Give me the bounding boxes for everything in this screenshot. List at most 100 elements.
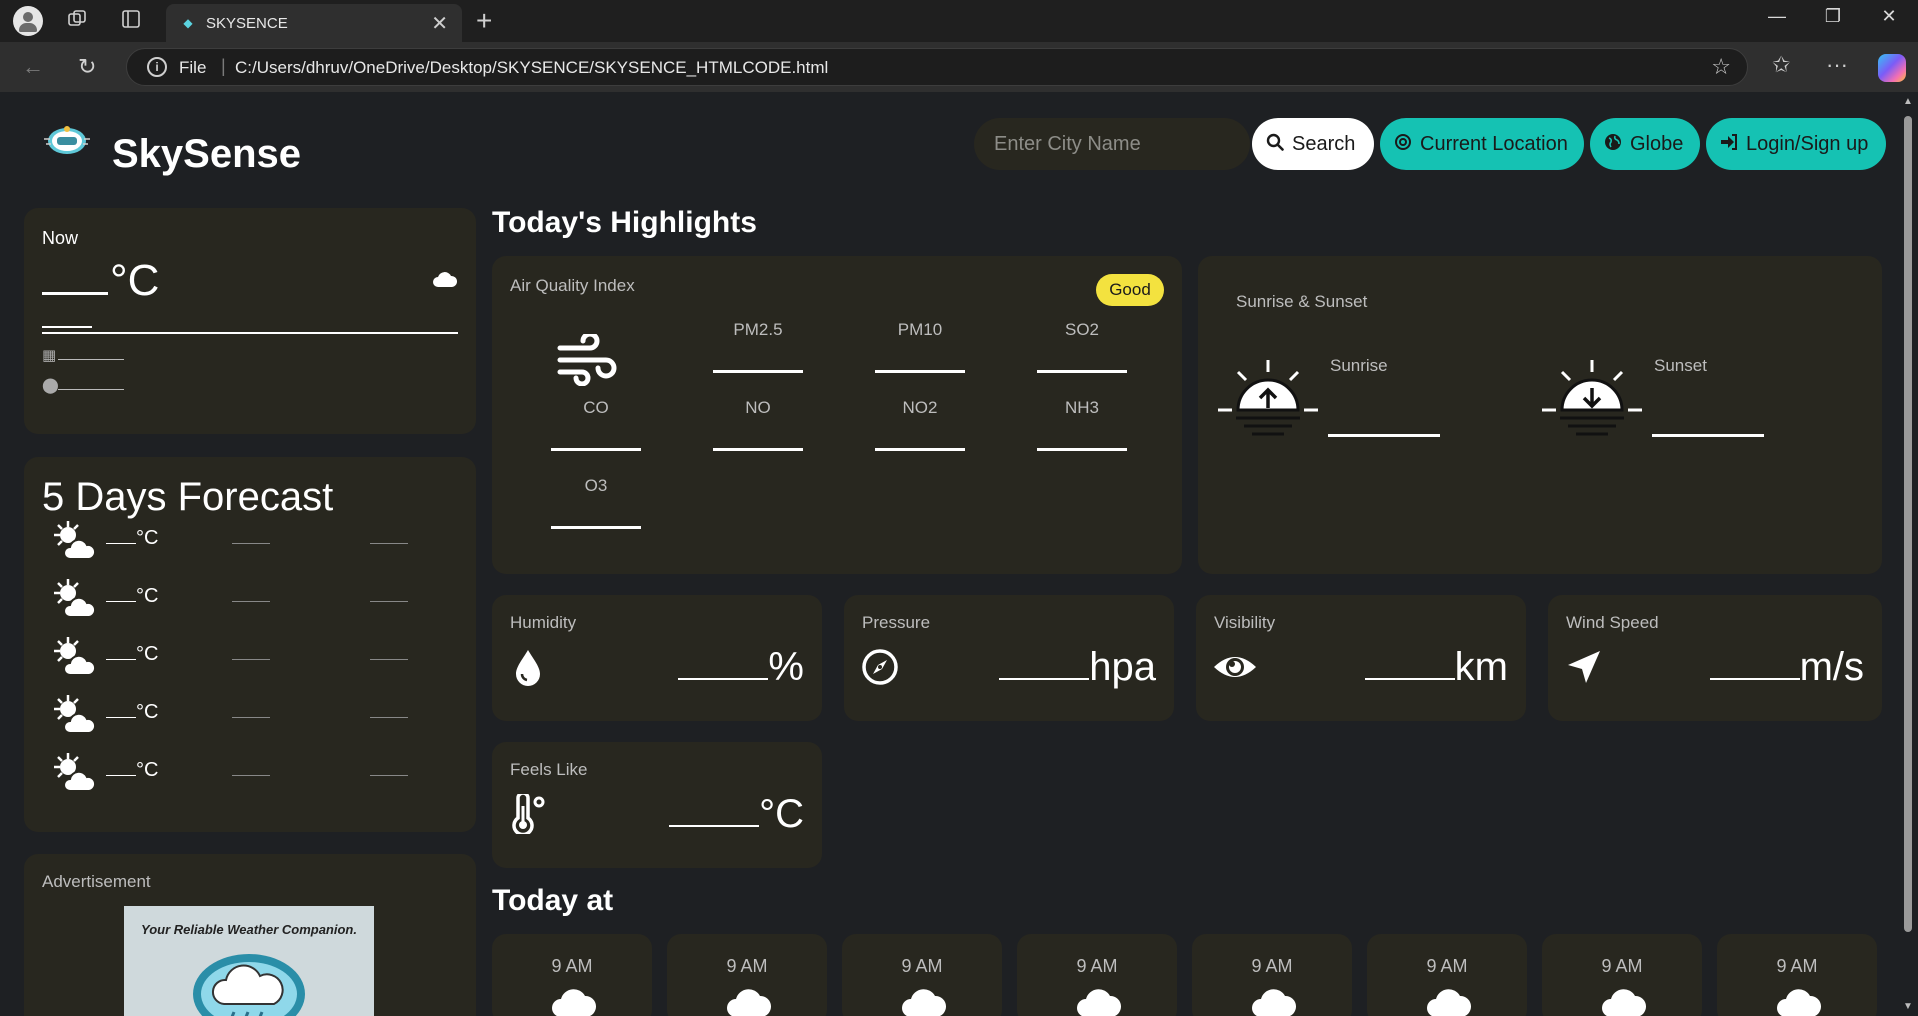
aq-o3: O3: [546, 476, 646, 529]
hour-label: 9 AM: [1076, 956, 1118, 976]
forecast-date: [232, 659, 270, 660]
more-options-icon[interactable]: ···: [1826, 52, 1848, 78]
humidity-value: %: [678, 645, 804, 690]
pressure-card: Pressure hpa: [844, 595, 1174, 721]
hourly-card: 9 AM: [1017, 934, 1177, 1016]
aqi-status-badge: Good: [1096, 274, 1164, 306]
hourly-card: 9 AM: [842, 934, 1002, 1016]
aq-label: CO: [583, 398, 609, 417]
ad-cloud-icon: [193, 954, 305, 1016]
forecast-date: [232, 717, 270, 718]
aqi-label: Air Quality Index: [510, 276, 635, 295]
current-location-button[interactable]: Current Location: [1380, 118, 1584, 170]
forecast-row: °C: [50, 693, 450, 737]
current-location: ⬤: [42, 374, 124, 395]
cloud-icon: [902, 989, 946, 1016]
aq-label: PM2.5: [733, 320, 783, 339]
tab-close-icon[interactable]: ✕: [431, 11, 448, 36]
url-field[interactable]: i File | C:/Users/dhruv/OneDrive/Desktop…: [126, 48, 1748, 86]
favorite-star-icon[interactable]: ☆: [1711, 54, 1731, 80]
minimize-icon[interactable]: —: [1754, 6, 1800, 27]
forecast-row: °C: [50, 751, 450, 795]
sunrise-label: Sunrise: [1330, 356, 1388, 375]
search-button-label: Search: [1292, 132, 1356, 155]
new-tab-button[interactable]: +: [476, 5, 492, 37]
now-label: Now: [42, 228, 79, 248]
favorites-icon[interactable]: ✩: [1772, 52, 1790, 78]
restore-icon[interactable]: ❐: [1810, 6, 1856, 27]
search-button[interactable]: Search: [1252, 118, 1374, 170]
partly-cloudy-icon: [54, 637, 97, 676]
scroll-up-arrow-icon[interactable]: ▲: [1903, 96, 1913, 107]
aq-nh3: NH3: [1032, 398, 1132, 451]
divider: [42, 332, 458, 334]
air-quality-card: Air Quality Index Good PM2.5 PM10 SO2 CO…: [492, 256, 1182, 574]
compass-icon: [862, 649, 898, 685]
city-search-input[interactable]: [974, 118, 1250, 170]
visibility-label: Visibility: [1214, 613, 1276, 632]
aq-label: NO: [745, 398, 771, 417]
hour-label: 9 AM: [901, 956, 943, 976]
wind-speed-value: m/s: [1709, 645, 1864, 690]
login-signup-button[interactable]: Login/Sign up: [1706, 118, 1886, 170]
wind-speed-label: Wind Speed: [1566, 613, 1659, 632]
advertisement-image[interactable]: Your Reliable Weather Companion.: [124, 906, 374, 1016]
aq-pm10: PM10: [870, 320, 970, 373]
advertisement-card: Advertisement Your Reliable Weather Comp…: [24, 854, 476, 1016]
aq-label: NO2: [902, 398, 938, 417]
forecast-card: 5 Days Forecast °C °C °C °C °C: [24, 457, 476, 832]
current-temperature: °C: [42, 256, 159, 306]
brand-title: SkySense: [112, 132, 302, 176]
workspaces-icon[interactable]: [64, 8, 90, 34]
scroll-thumb[interactable]: [1904, 116, 1912, 932]
feels-like-label: Feels Like: [510, 760, 588, 779]
logo-icon: [44, 126, 90, 154]
temperature-unit: °C: [110, 256, 160, 305]
current-date: ▦: [42, 344, 124, 365]
hourly-card: 9 AM: [1192, 934, 1352, 1016]
info-icon[interactable]: i: [147, 57, 167, 77]
forecast-row: °C: [50, 635, 450, 679]
profile-icon[interactable]: [13, 6, 43, 36]
hour-label: 9 AM: [1426, 956, 1468, 976]
forecast-title: 5 Days Forecast: [42, 475, 334, 519]
tab-favicon-icon: ◆: [183, 16, 193, 30]
browser-tab[interactable]: ◆ SKYSENCE ✕: [166, 4, 462, 42]
back-arrow-icon[interactable]: ←: [22, 54, 44, 80]
globe-button[interactable]: Globe: [1590, 118, 1700, 170]
window-close-icon[interactable]: ✕: [1866, 6, 1912, 27]
cloud-icon: [1777, 989, 1821, 1016]
aq-label: O3: [584, 476, 608, 495]
wind-speed-unit: m/s: [1799, 645, 1864, 689]
scroll-down-arrow-icon[interactable]: ▼: [1903, 1001, 1913, 1012]
aq-label: PM10: [897, 320, 943, 339]
aq-no2: NO2: [870, 398, 970, 451]
page: SkySense Search Current Location Globe L…: [6, 92, 1898, 1016]
humidity-card: Humidity %: [492, 595, 822, 721]
forecast-row: °C: [50, 577, 450, 621]
partly-cloudy-icon: [54, 753, 97, 792]
hour-label: 9 AM: [1251, 956, 1293, 976]
forecast-temp: °C: [106, 759, 158, 782]
thermometer-icon: [512, 794, 545, 834]
page-scrollbar[interactable]: ▲ ▼: [1898, 92, 1918, 1016]
aq-co: CO: [546, 398, 646, 451]
pressure-label: Pressure: [862, 613, 931, 632]
copilot-icon[interactable]: [1878, 54, 1906, 82]
forecast-temp-unit: °C: [136, 643, 159, 665]
url-text[interactable]: C:/Users/dhruv/OneDrive/Desktop/SKYSENCE…: [235, 58, 828, 78]
reload-icon[interactable]: ↻: [78, 54, 96, 80]
advertisement-tagline: Your Reliable Weather Companion.: [141, 922, 357, 937]
forecast-day: [370, 659, 408, 660]
partly-cloudy-icon: [54, 695, 97, 734]
forecast-temp-unit: °C: [136, 585, 159, 607]
forecast-temp: °C: [106, 701, 158, 724]
hour-label: 9 AM: [1776, 956, 1818, 976]
wind-icon: [557, 334, 617, 386]
sunrise-icon: [1218, 360, 1318, 436]
tab-actions-icon[interactable]: [118, 8, 144, 34]
highlights-title: Today's Highlights: [492, 206, 757, 239]
hour-label: 9 AM: [1601, 956, 1643, 976]
partly-cloudy-icon: [54, 521, 97, 560]
forecast-temp: °C: [106, 643, 158, 666]
